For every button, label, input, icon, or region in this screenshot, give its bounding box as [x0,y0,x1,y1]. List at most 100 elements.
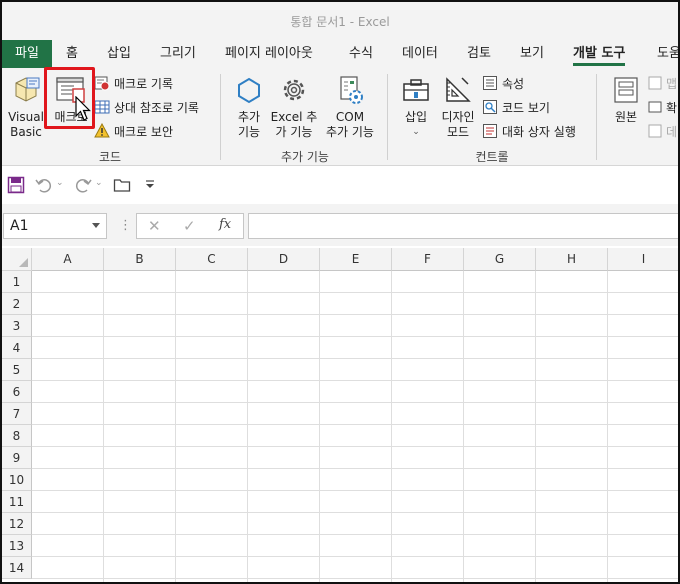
refresh-data-icon [648,124,662,138]
group-divider [596,74,597,160]
redo-icon[interactable] [74,176,92,194]
refresh-data-button[interactable]: 데 [648,120,677,142]
row-header-6[interactable]: 6 [2,381,32,403]
column-header-h[interactable]: H [536,248,608,271]
refresh-data-label: 데 [666,124,678,139]
run-dialog-label: 대화 상자 실행 [502,124,576,139]
row-header-1[interactable]: 1 [2,271,32,293]
redo-dropdown-icon[interactable]: ⌄ [95,178,103,188]
column-header-f[interactable]: F [392,248,464,271]
cancel-icon[interactable]: ✕ [148,217,161,235]
tab-formulas[interactable]: 수식 [349,40,373,68]
properties-label: 속성 [502,76,525,91]
column-header-i[interactable]: I [608,248,678,271]
excel-addins-button[interactable]: Excel 추 가 기능 [270,74,318,140]
column-header-b[interactable]: B [104,248,176,271]
window-title: 통합 문서1 - Excel [290,14,390,29]
addins-button[interactable]: 추가 기능 [230,74,268,140]
row-header-3[interactable]: 3 [2,315,32,337]
expansion-packs-button[interactable]: 확 [648,96,677,118]
undo-dropdown-icon[interactable]: ⌄ [56,178,64,188]
row-header-11[interactable]: 11 [2,491,32,513]
tab-help[interactable]: 도움 [657,40,678,68]
com-addins-button[interactable]: COM 추가 기능 [322,74,378,140]
group-divider [220,74,221,160]
relative-reference-icon [94,100,110,114]
tab-review[interactable]: 검토 [467,40,491,68]
name-box-value: A1 [10,218,29,234]
insert-control-button[interactable]: 삽입 ⌄ [397,74,435,140]
select-all-button[interactable] [2,248,32,271]
cell-area[interactable] [32,271,678,582]
save-icon[interactable] [7,176,25,194]
com-addins-label-2: 추가 기능 [326,125,374,139]
row-header-5[interactable]: 5 [2,359,32,381]
map-properties-icon [648,76,662,90]
name-box-dropdown-icon[interactable] [92,223,100,228]
gear-icon [283,79,305,101]
excel-window: 통합 문서1 - Excel 파일 홈 삽입 그리기 페이지 레이아웃 수식 데… [0,0,680,584]
row-header-10[interactable]: 10 [2,469,32,491]
row-header-7[interactable]: 7 [2,403,32,425]
xml-source-label: 원본 [614,110,638,124]
formula-bar-grip-icon[interactable]: ⋮ [119,218,132,233]
worksheet-grid: A B C D E F G H I 1 2 3 4 5 6 7 8 9 10 1… [2,248,678,582]
row-header-13[interactable]: 13 [2,535,32,557]
column-header-d[interactable]: D [248,248,320,271]
tab-file[interactable]: 파일 [2,40,52,68]
code-group-label: 코드 [98,150,122,164]
map-properties-label: 맵 [666,76,678,91]
relative-reference-button[interactable]: 상대 참조로 기록 [94,96,199,118]
addins-group-label: 추가 기능 [281,150,329,164]
macro-security-button[interactable]: 매크로 보안 [94,120,173,142]
row-header-9[interactable]: 9 [2,447,32,469]
enter-icon[interactable]: ✓ [183,217,196,235]
view-code-button[interactable]: 코드 보기 [482,96,550,118]
visual-basic-icon [15,77,40,102]
group-divider [387,74,388,160]
insert-function-icon[interactable]: fx [219,217,231,232]
run-dialog-icon [483,124,497,138]
insert-control-label: 삽입 [404,110,428,124]
record-macro-button[interactable]: 매크로 기록 [94,72,173,94]
column-header-g[interactable]: G [464,248,536,271]
relative-reference-label: 상대 참조로 기록 [114,100,199,115]
macro-security-label: 매크로 보안 [114,124,174,139]
visual-basic-button[interactable]: Visual Basic [8,74,44,140]
column-header-c[interactable]: C [176,248,248,271]
tab-draw[interactable]: 그리기 [160,40,196,68]
undo-icon[interactable] [35,176,53,194]
name-box[interactable]: A1 [3,213,107,239]
tab-page-layout[interactable]: 페이지 레이아웃 [225,40,313,68]
xml-source-icon [614,77,638,103]
row-header-8[interactable]: 8 [2,425,32,447]
row-header-12[interactable]: 12 [2,513,32,535]
column-header-e[interactable]: E [320,248,392,271]
map-properties-button[interactable]: 맵 [648,72,677,94]
tab-home[interactable]: 홈 [66,40,78,68]
tab-developer[interactable]: 개발 도구 [573,40,626,68]
addins-label-2: 기능 [237,125,261,139]
triangle-ruler-icon [446,77,471,102]
row-header-2[interactable]: 2 [2,293,32,315]
design-mode-label-2: 모드 [446,125,470,139]
toolbox-icon [403,79,429,101]
run-dialog-button[interactable]: 대화 상자 실행 [482,120,576,142]
row-header-4[interactable]: 4 [2,337,32,359]
xml-source-button[interactable]: 원본 [608,74,644,125]
design-mode-button[interactable]: 디자인 모드 [438,74,478,140]
tab-view[interactable]: 보기 [520,40,544,68]
customize-qat-icon[interactable] [145,180,155,190]
title-bar: 통합 문서1 - Excel [2,2,678,40]
tab-insert[interactable]: 삽입 [107,40,131,68]
formula-input[interactable] [248,213,678,239]
row-header-14[interactable]: 14 [2,557,32,579]
excel-addins-label-2: 가 기능 [275,125,313,139]
tab-data[interactable]: 데이터 [402,40,438,68]
mouse-pointer-icon [75,96,91,121]
expansion-packs-icon [648,101,662,113]
open-folder-icon[interactable] [113,176,131,194]
chevron-down-icon: ⌄ [412,127,420,137]
properties-button[interactable]: 속성 [482,72,524,94]
column-header-a[interactable]: A [32,248,104,271]
